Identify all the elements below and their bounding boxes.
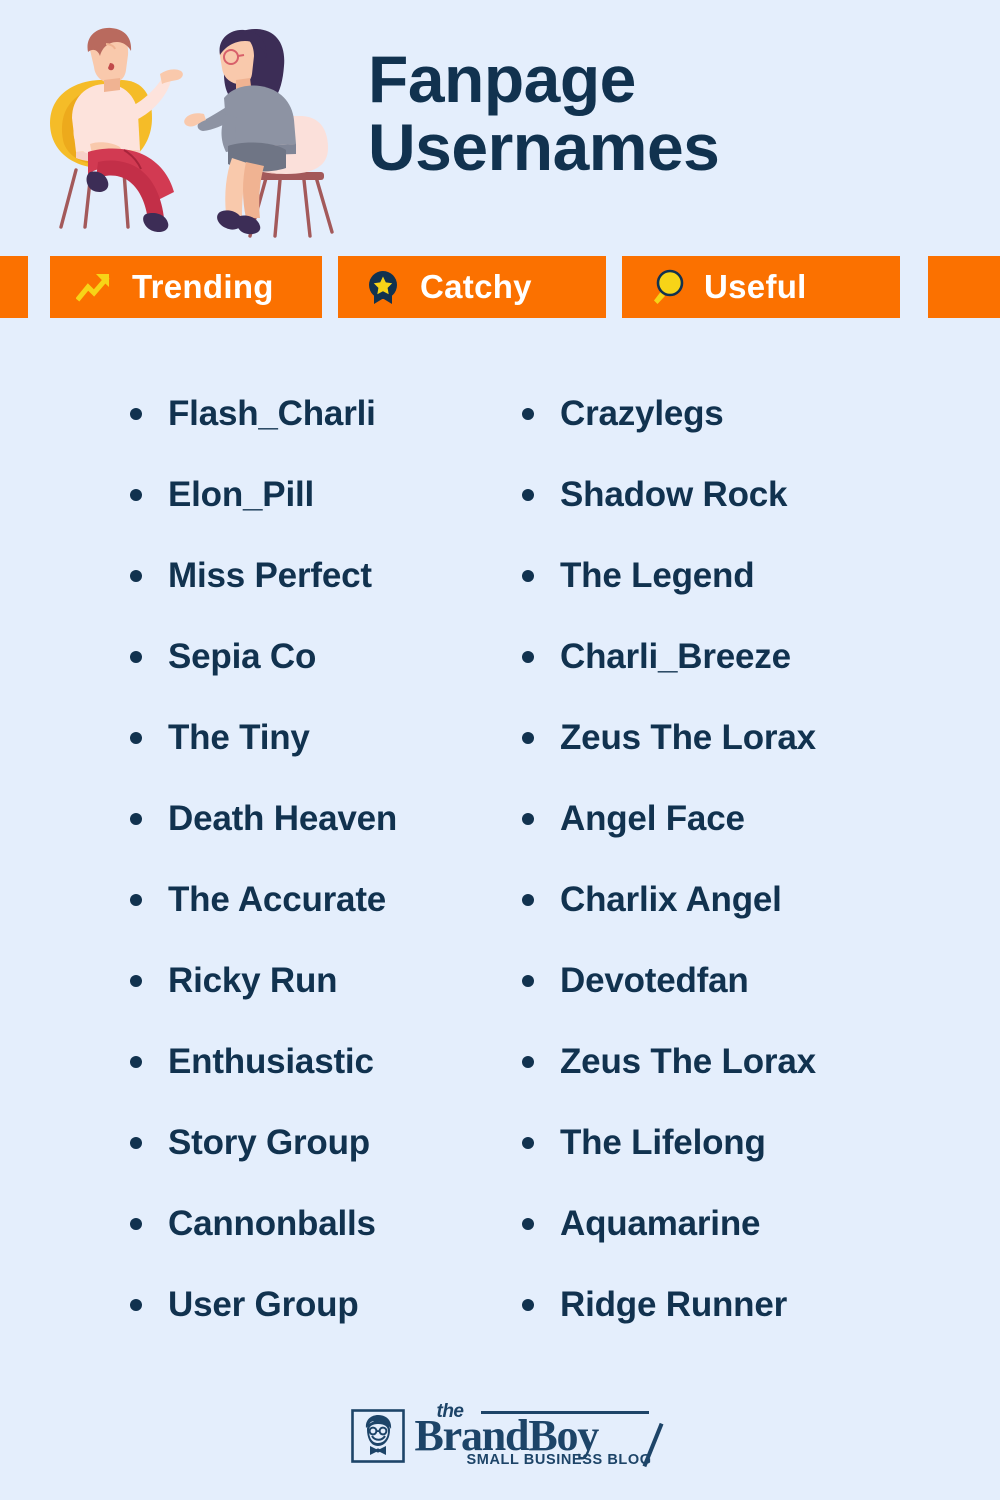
bullet-icon [130,1217,142,1230]
username-text: Shadow Rock [560,474,788,514]
username-text: Ridge Runner [560,1284,788,1324]
title-line-1: Fanpage [368,42,636,116]
tag-label: Trending [132,268,274,305]
bullet-icon [130,812,142,825]
username-text: Story Group [168,1122,370,1162]
list-item: Cannonballs [120,1183,560,1264]
list-item: Aquamarine [512,1183,952,1264]
list-item: The Lifelong [512,1102,952,1183]
bullet-icon [522,569,534,582]
bullet-icon [522,1055,534,1068]
list-item: Angel Face [512,778,952,859]
username-text: Cannonballs [168,1203,376,1243]
bullet-icon [130,731,142,744]
username-text: Angel Face [560,798,745,838]
username-text: Zeus The Lorax [560,717,816,757]
infographic-poster: Fanpage Usernames Trending Catchy Useful… [0,0,1000,1500]
bullet-icon [522,488,534,501]
list-item: Ridge Runner [512,1264,952,1345]
brandboy-logo[interactable]: the BrandBoy SMALL BUSINESS BLOG [350,1401,663,1470]
list-item: Enthusiastic [120,1021,560,1102]
tag-useful[interactable]: Useful [622,256,900,318]
username-text: Enthusiastic [168,1041,374,1081]
bullet-icon [522,1136,534,1149]
trending-up-icon [76,274,110,302]
username-text: Zeus The Lorax [560,1041,816,1081]
username-text: Crazylegs [560,393,724,433]
list-item: Ricky Run [120,940,560,1021]
list-item: The Accurate [120,859,560,940]
right-username-column: Crazylegs Shadow Rock The Legend Charli_… [512,373,952,1345]
bullet-icon [522,974,534,987]
tag-label: Useful [704,268,807,305]
tag-label: Catchy [420,268,532,305]
bullet-icon [522,812,534,825]
list-item: User Group [120,1264,560,1345]
list-item: Flash_Charli [120,373,560,454]
username-text: The Legend [560,555,755,595]
username-text: Elon_Pill [168,474,315,514]
bullet-icon [130,488,142,501]
bullet-icon [130,1136,142,1149]
poster-header: Fanpage Usernames [0,0,1000,255]
brandboy-wordmark: the BrandBoy SMALL BUSINESS BLOG [415,1401,663,1470]
tag-catchy[interactable]: Catchy [338,256,606,318]
bullet-icon [130,650,142,663]
bullet-icon [130,1055,142,1068]
list-item: Death Heaven [120,778,560,859]
page-title: Fanpage Usernames [368,45,968,181]
username-text: User Group [168,1284,359,1324]
username-text: Death Heaven [168,798,398,838]
list-item: Charlix Angel [512,859,952,940]
bullet-icon [130,569,142,582]
tag-bar-right-edge [928,256,1000,318]
list-item: Zeus The Lorax [512,697,952,778]
award-star-icon [369,271,397,304]
username-text: Devotedfan [560,960,749,1000]
username-text: Sepia Co [168,636,317,676]
username-text: Ricky Run [168,960,338,1000]
boy-face-logo-icon [350,1408,405,1463]
bullet-icon [130,407,142,420]
list-item: Shadow Rock [512,454,952,535]
tag-trending[interactable]: Trending [50,256,322,318]
poster-footer: the BrandBoy SMALL BUSINESS BLOG [0,1388,1000,1483]
list-item: The Legend [512,535,952,616]
bullet-icon [522,650,534,663]
list-item: Sepia Co [120,616,560,697]
username-text: Aquamarine [560,1203,761,1243]
username-text: Charlix Angel [560,879,782,919]
two-people-talking-illustration [50,27,334,238]
bullet-icon [522,407,534,420]
username-text: Charli_Breeze [560,636,791,676]
list-item: Crazylegs [512,373,952,454]
bullet-icon [130,974,142,987]
bullet-icon [522,893,534,906]
bullet-icon [522,1298,534,1311]
list-item: Zeus The Lorax [512,1021,952,1102]
logo-slash [642,1422,663,1467]
title-line-2: Usernames [368,110,720,184]
bullet-icon [522,731,534,744]
left-username-column: Flash_Charli Elon_Pill Miss Perfect Sepi… [120,373,560,1345]
bullet-icon [130,1298,142,1311]
logo-tagline-text: SMALL BUSINESS BLOG [466,1451,652,1468]
list-item: Miss Perfect [120,535,560,616]
tag-bar: Trending Catchy Useful [0,256,1000,318]
magnifying-glass-icon [654,269,684,304]
list-item: Charli_Breeze [512,616,952,697]
username-lists: Flash_Charli Elon_Pill Miss Perfect Sepi… [0,373,1000,1353]
list-item: The Tiny [120,697,560,778]
username-text: The Lifelong [560,1122,766,1162]
bullet-icon [130,893,142,906]
username-text: Miss Perfect [168,555,372,595]
list-item: Elon_Pill [120,454,560,535]
bullet-icon [522,1217,534,1230]
username-text: The Accurate [168,879,387,919]
username-text: Flash_Charli [168,393,376,433]
list-item: Story Group [120,1102,560,1183]
username-text: The Tiny [168,717,310,757]
tag-bar-left-edge [0,256,28,318]
list-item: Devotedfan [512,940,952,1021]
